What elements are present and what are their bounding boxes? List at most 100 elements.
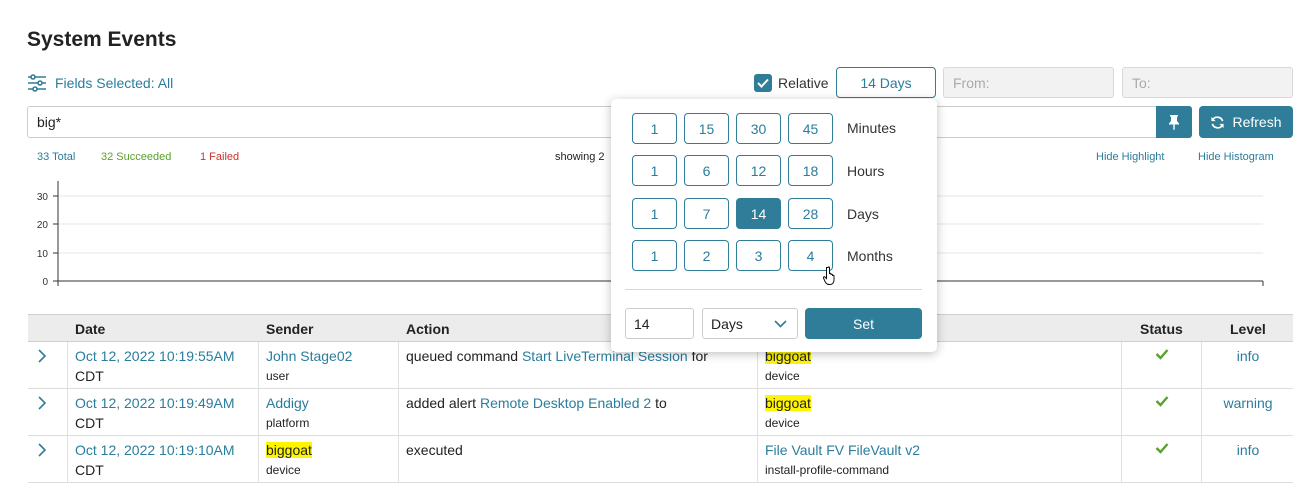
target-type: install-profile-command bbox=[765, 463, 890, 477]
custom-unit-value: Days bbox=[711, 315, 743, 332]
refresh-label: Refresh bbox=[1232, 114, 1282, 130]
date-cell: Oct 12, 2022 10:19:49AM CDT bbox=[67, 389, 258, 436]
relative-checkbox[interactable] bbox=[754, 74, 772, 92]
event-date[interactable]: Oct 12, 2022 10:19:55AM bbox=[75, 348, 235, 364]
event-timezone[interactable]: CDT bbox=[75, 415, 104, 431]
target-name[interactable]: File Vault FV FileVault v2 bbox=[765, 442, 920, 458]
sender-cell: John Stage02 user bbox=[258, 342, 398, 389]
target-name[interactable]: biggoat bbox=[765, 395, 811, 411]
y-tick-label: 0 bbox=[42, 277, 48, 288]
chevron-right-icon[interactable] bbox=[37, 396, 47, 410]
range-option-days-14[interactable]: 14 bbox=[736, 198, 781, 229]
range-option-minutes-30[interactable]: 30 bbox=[736, 113, 781, 144]
chevron-down-icon bbox=[774, 320, 787, 328]
event-date[interactable]: Oct 12, 2022 10:19:49AM bbox=[75, 395, 235, 411]
refresh-icon bbox=[1211, 115, 1225, 129]
fields-selected-label: Fields Selected: All bbox=[55, 75, 174, 91]
showing-count: showing 2 bbox=[555, 151, 605, 163]
sender-cell: biggoat device bbox=[258, 436, 398, 483]
action-suffix: to bbox=[655, 395, 667, 411]
sender-name[interactable]: Addigy bbox=[266, 395, 309, 411]
custom-range-input[interactable]: 14 bbox=[625, 308, 694, 339]
time-range-button[interactable]: 14 Days bbox=[836, 67, 936, 98]
pin-icon bbox=[1169, 115, 1179, 130]
level-cell: info bbox=[1201, 342, 1293, 389]
sliders-icon bbox=[28, 74, 46, 92]
time-range-popup: 1 15 30 45 Minutes 1 6 12 18 Hours 1 7 1… bbox=[611, 99, 937, 352]
target-cell: biggoat device bbox=[757, 389, 1121, 436]
y-tick-label: 10 bbox=[37, 249, 49, 260]
success-check-icon bbox=[1155, 349, 1169, 360]
chevron-right-icon[interactable] bbox=[37, 443, 47, 457]
action-text: executed bbox=[406, 442, 463, 458]
column-header-status[interactable]: Status bbox=[1140, 321, 1183, 337]
range-unit-label: Hours bbox=[847, 163, 885, 179]
date-cell: Oct 12, 2022 10:19:10AM CDT bbox=[67, 436, 258, 483]
custom-unit-select[interactable]: Days bbox=[702, 308, 798, 339]
failed-count[interactable]: 1 Failed bbox=[200, 151, 239, 163]
event-date[interactable]: Oct 12, 2022 10:19:10AM bbox=[75, 442, 235, 458]
range-option-days-7[interactable]: 7 bbox=[684, 198, 729, 229]
success-check-icon bbox=[1155, 443, 1169, 454]
from-date-input[interactable]: From: bbox=[943, 67, 1114, 98]
range-option-minutes-45[interactable]: 45 bbox=[788, 113, 833, 144]
column-header-action[interactable]: Action bbox=[406, 321, 450, 337]
date-cell: Oct 12, 2022 10:19:55AM CDT bbox=[67, 342, 258, 389]
action-link[interactable]: Remote Desktop Enabled 2 bbox=[480, 395, 651, 411]
column-header-sender[interactable]: Sender bbox=[266, 321, 313, 337]
range-option-hours-12[interactable]: 12 bbox=[736, 155, 781, 186]
success-check-icon bbox=[1155, 396, 1169, 407]
relative-label: Relative bbox=[778, 75, 829, 91]
status-cell bbox=[1121, 436, 1201, 483]
range-option-days-1[interactable]: 1 bbox=[632, 198, 677, 229]
sender-type: platform bbox=[266, 416, 310, 430]
range-unit-label: Days bbox=[847, 206, 879, 222]
sender-name[interactable]: biggoat bbox=[266, 442, 312, 458]
level-label[interactable]: info bbox=[1202, 348, 1294, 364]
relative-toggle[interactable]: Relative bbox=[754, 72, 829, 94]
level-cell: warning bbox=[1201, 389, 1293, 436]
range-option-minutes-15[interactable]: 15 bbox=[684, 113, 729, 144]
range-option-minutes-1[interactable]: 1 bbox=[632, 113, 677, 144]
column-header-level[interactable]: Level bbox=[1230, 321, 1266, 337]
range-option-hours-18[interactable]: 18 bbox=[788, 155, 833, 186]
search-input[interactable]: big* bbox=[27, 106, 1157, 138]
refresh-button[interactable]: Refresh bbox=[1199, 106, 1293, 138]
target-type: device bbox=[765, 416, 800, 430]
level-label[interactable]: warning bbox=[1202, 395, 1294, 411]
set-button[interactable]: Set bbox=[805, 308, 922, 339]
action-cell: added alert Remote Desktop Enabled 2 to bbox=[398, 389, 757, 436]
range-option-months-3[interactable]: 3 bbox=[736, 240, 781, 271]
y-tick-label: 30 bbox=[37, 192, 49, 203]
pin-button[interactable] bbox=[1156, 106, 1192, 138]
table-row[interactable]: Oct 12, 2022 10:19:10AM CDT biggoat devi… bbox=[28, 436, 1293, 483]
status-cell bbox=[1121, 389, 1201, 436]
target-type: device bbox=[765, 369, 800, 383]
page-title: System Events bbox=[27, 28, 177, 51]
sender-name[interactable]: John Stage02 bbox=[266, 348, 352, 364]
hide-histogram-link[interactable]: Hide Histogram bbox=[1198, 151, 1274, 163]
table-row[interactable]: Oct 12, 2022 10:19:49AM CDT Addigy platf… bbox=[28, 389, 1293, 436]
range-option-days-28[interactable]: 28 bbox=[788, 198, 833, 229]
sender-cell: Addigy platform bbox=[258, 389, 398, 436]
chevron-right-icon[interactable] bbox=[37, 349, 47, 363]
total-count[interactable]: 33 Total bbox=[37, 151, 75, 163]
range-option-hours-6[interactable]: 6 bbox=[684, 155, 729, 186]
hide-highlight-link[interactable]: Hide Highlight bbox=[1096, 151, 1164, 163]
to-date-input[interactable]: To: bbox=[1122, 67, 1293, 98]
succeeded-count[interactable]: 32 Succeeded bbox=[101, 151, 171, 163]
range-option-months-1[interactable]: 1 bbox=[632, 240, 677, 271]
check-icon bbox=[757, 78, 769, 88]
action-cell: executed bbox=[398, 436, 757, 483]
fields-selector[interactable]: Fields Selected: All bbox=[27, 72, 173, 94]
event-timezone[interactable]: CDT bbox=[75, 462, 104, 478]
range-option-hours-1[interactable]: 1 bbox=[632, 155, 677, 186]
popup-divider bbox=[625, 289, 922, 290]
event-timezone[interactable]: CDT bbox=[75, 368, 104, 384]
column-header-date[interactable]: Date bbox=[75, 321, 105, 337]
action-prefix: added alert bbox=[406, 395, 477, 411]
level-cell: info bbox=[1201, 436, 1293, 483]
level-label[interactable]: info bbox=[1202, 442, 1294, 458]
sender-type: user bbox=[266, 369, 290, 383]
range-option-months-2[interactable]: 2 bbox=[684, 240, 729, 271]
